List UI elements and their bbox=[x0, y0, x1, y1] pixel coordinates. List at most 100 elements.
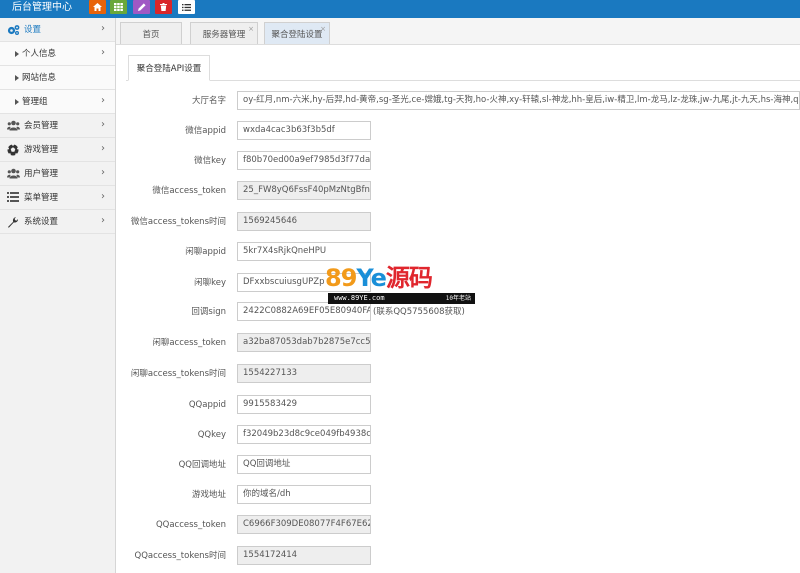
form-row-wx-token: 微信access_token 25_FW8yQ6FssF40pMzNtgBfnu bbox=[116, 181, 800, 201]
tab-bar: 首页 服务器管理 × 聚合登陆设置 × bbox=[116, 18, 800, 45]
wx-appid-label: 微信appid bbox=[185, 126, 226, 136]
watermark-slogan: 10年老站 bbox=[445, 295, 471, 302]
sidebar-item-label: 网站信息 bbox=[22, 73, 57, 83]
tab-label: 聚合登陆设置 bbox=[271, 29, 323, 40]
watermark-url: www.89YE.com bbox=[334, 294, 385, 302]
trash-icon[interactable] bbox=[155, 0, 172, 14]
sidebar-item-site-info[interactable]: 网站信息 bbox=[0, 66, 115, 90]
close-icon[interactable]: × bbox=[320, 25, 326, 33]
sidebar-item-label: 游戏管理 bbox=[24, 145, 59, 155]
form-row-xl-token-time: 闲聊access_tokens时间 1554227133 bbox=[116, 364, 800, 384]
wx-key-label: 微信key bbox=[194, 156, 226, 166]
watermark-logo: 89Ye源码 www.89YE.com 10年老站 bbox=[325, 264, 475, 306]
sidebar-item-label: 系统设置 bbox=[24, 217, 59, 227]
users-icon bbox=[7, 120, 20, 132]
wx-token-label: 微信access_token bbox=[152, 186, 226, 196]
form-row-hall-name: 大厅名字 oy-红月,nm-六米,hy-后羿,hd-黄帝,sg-圣光,ce-嫦娥… bbox=[116, 91, 800, 111]
wx-key-input[interactable]: f80b70ed00a9ef7985d3f77dab bbox=[237, 151, 371, 170]
chevron-right-icon: › bbox=[101, 143, 105, 154]
tab-home[interactable]: 首页 bbox=[120, 22, 182, 44]
sidebar-item-label: 用户管理 bbox=[24, 169, 59, 179]
game-addr-input[interactable]: 你的域名/dh bbox=[237, 485, 371, 504]
form-row-xl-appid: 闲聊appid 5kr7X4sRjkQneHPU bbox=[116, 242, 800, 262]
caret-right-icon bbox=[15, 99, 19, 105]
sidebar-item-label: 个人信息 bbox=[22, 49, 57, 59]
caret-right-icon bbox=[15, 75, 19, 81]
sidebar-item-user-mgmt[interactable]: 用户管理 › bbox=[0, 162, 115, 186]
form-row-game-addr: 游戏地址 你的域名/dh bbox=[116, 485, 800, 505]
sidebar-item-settings[interactable]: 设置 › bbox=[0, 18, 115, 42]
sidebar-item-menu-mgmt[interactable]: 菜单管理 › bbox=[0, 186, 115, 210]
chevron-right-icon: › bbox=[101, 23, 105, 34]
qq-key-label: QQkey bbox=[197, 430, 226, 440]
chevron-right-icon: › bbox=[101, 95, 105, 106]
sidebar-item-label: 设置 bbox=[24, 25, 42, 35]
soccer-ball-icon bbox=[7, 143, 19, 156]
form-row-qq-appid: QQappid 9915583429 bbox=[116, 395, 800, 415]
chevron-right-icon: › bbox=[101, 215, 105, 226]
sidebar-item-system-settings[interactable]: 系统设置 › bbox=[0, 210, 115, 234]
top-bar: 后台管理中心 bbox=[0, 0, 800, 18]
sidebar-item-label: 管理组 bbox=[22, 97, 48, 107]
wx-appid-input[interactable]: wxda4cac3b63f3b5df bbox=[237, 121, 371, 140]
xl-key-label: 闲聊key bbox=[194, 278, 226, 288]
grid-icon[interactable] bbox=[110, 0, 127, 14]
qq-token-input[interactable]: C6966F309DE08077F4F67E62C bbox=[237, 515, 371, 534]
xl-token-time-input[interactable]: 1554227133 bbox=[237, 364, 371, 383]
hall-name-input[interactable]: oy-红月,nm-六米,hy-后羿,hd-黄帝,sg-圣光,ce-嫦娥,tg-天… bbox=[237, 91, 800, 110]
chevron-right-icon: › bbox=[101, 191, 105, 202]
hall-name-label: 大厅名字 bbox=[191, 96, 226, 106]
gears-icon bbox=[7, 24, 20, 36]
qq-token-label: QQaccess_token bbox=[155, 520, 226, 530]
qq-callback-label: QQ回调地址 bbox=[178, 460, 226, 470]
callback-sign-note: (联系QQ5755608获取) bbox=[373, 307, 465, 317]
chevron-right-icon: › bbox=[101, 47, 105, 58]
form-row-qq-token: QQaccess_token C6966F309DE08077F4F67E62C bbox=[116, 515, 800, 535]
tab-label: 首页 bbox=[142, 29, 160, 40]
sidebar-item-admin-group[interactable]: 管理组 › bbox=[0, 90, 115, 114]
sidebar-item-label: 会员管理 bbox=[24, 121, 59, 131]
form-row-qq-callback: QQ回调地址 QQ回调地址 bbox=[116, 455, 800, 475]
wx-token-time-input[interactable]: 1569245646 bbox=[237, 212, 371, 231]
qq-token-time-input[interactable]: 1554172414 bbox=[237, 546, 371, 565]
tab-label: 聚合登陆API设置 bbox=[136, 64, 202, 74]
sidebar-item-personal-info[interactable]: 个人信息 › bbox=[0, 42, 115, 66]
xl-appid-label: 闲聊appid bbox=[185, 247, 226, 257]
watermark-brand: 89Ye源码 bbox=[325, 264, 433, 292]
app-title: 后台管理中心 bbox=[12, 2, 72, 13]
list-icon[interactable] bbox=[178, 0, 195, 14]
sidebar-item-member-mgmt[interactable]: 会员管理 › bbox=[0, 114, 115, 138]
tab-api-settings[interactable]: 聚合登陆API设置 bbox=[128, 55, 210, 81]
wx-token-input[interactable]: 25_FW8yQ6FssF40pMzNtgBfnu bbox=[237, 181, 371, 200]
wx-token-time-label: 微信access_tokens时间 bbox=[130, 217, 226, 227]
tab-server-mgmt[interactable]: 服务器管理 × bbox=[190, 22, 258, 44]
qq-callback-input[interactable]: QQ回调地址 bbox=[237, 455, 371, 474]
form-row-wx-key: 微信key f80b70ed00a9ef7985d3f77dab bbox=[116, 151, 800, 171]
panel-tabs: 聚合登陆API设置 bbox=[126, 55, 800, 81]
close-icon[interactable]: × bbox=[248, 25, 254, 33]
form-row-wx-appid: 微信appid wxda4cac3b63f3b5df bbox=[116, 121, 800, 141]
qq-appid-label: QQappid bbox=[188, 400, 226, 410]
qq-appid-input[interactable]: 9915583429 bbox=[237, 395, 371, 414]
xl-token-label: 闲聊access_token bbox=[152, 338, 226, 348]
list-icon bbox=[7, 192, 19, 204]
users-icon bbox=[7, 168, 20, 180]
qq-token-time-label: QQaccess_tokens时间 bbox=[134, 551, 226, 561]
watermark-digits: 89 bbox=[325, 264, 357, 292]
chevron-right-icon: › bbox=[101, 119, 105, 130]
sidebar-item-game-mgmt[interactable]: 游戏管理 › bbox=[0, 138, 115, 162]
form-row-wx-token-time: 微信access_tokens时间 1569245646 bbox=[116, 212, 800, 232]
watermark-strip: www.89YE.com 10年老站 bbox=[328, 293, 475, 304]
wrench-icon bbox=[7, 216, 19, 228]
xl-token-input[interactable]: a32ba87053dab7b2875e7cc54 bbox=[237, 333, 371, 352]
form-row-xl-token: 闲聊access_token a32ba87053dab7b2875e7cc54 bbox=[116, 333, 800, 353]
tab-label: 服务器管理 bbox=[202, 29, 246, 40]
xl-appid-input[interactable]: 5kr7X4sRjkQneHPU bbox=[237, 242, 371, 261]
watermark-latin: Ye bbox=[356, 264, 386, 292]
watermark-cn: 源码 bbox=[385, 264, 433, 292]
pencil-icon[interactable] bbox=[133, 0, 150, 14]
home-icon[interactable] bbox=[89, 0, 106, 14]
form-row-qq-key: QQkey f32049b23d8c9ce049fb4938cc bbox=[116, 425, 800, 445]
qq-key-input[interactable]: f32049b23d8c9ce049fb4938cc bbox=[237, 425, 371, 444]
tab-login-settings[interactable]: 聚合登陆设置 × bbox=[264, 22, 330, 44]
